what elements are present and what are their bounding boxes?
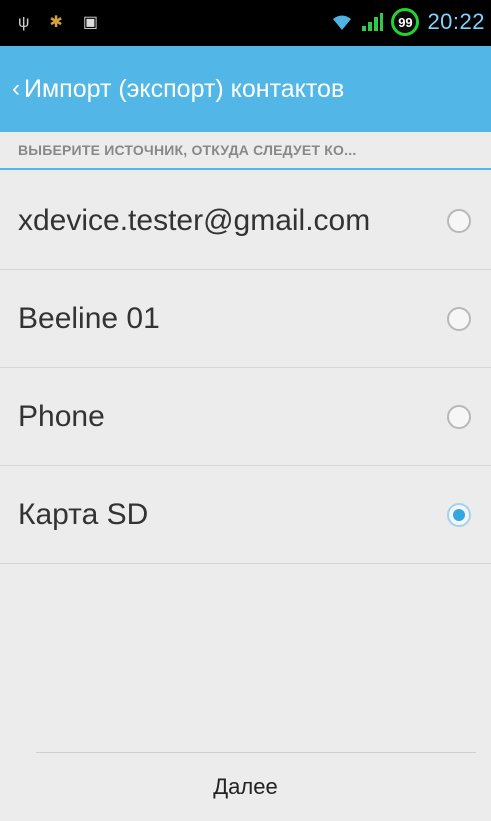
source-option-label: xdevice.tester@gmail.com xyxy=(18,203,371,237)
source-option-label: Карта SD xyxy=(18,497,149,531)
action-bar: ‹ Импорт (экспорт) контактов xyxy=(0,46,491,132)
radio-button[interactable] xyxy=(447,306,471,331)
status-bar-right-icons: 99 20:22 xyxy=(331,8,485,36)
status-clock: 20:22 xyxy=(427,9,485,34)
battery-badge: 99 xyxy=(391,8,420,36)
radio-button-selected[interactable] xyxy=(447,502,471,527)
wifi-icon xyxy=(333,15,352,30)
source-option-sd-card[interactable]: Карта SD xyxy=(0,466,491,564)
bag-icon: ▣ xyxy=(82,14,98,31)
back-chevron-icon[interactable]: ‹ xyxy=(12,77,20,101)
bug-icon: ✱ xyxy=(49,14,63,31)
status-bar: ψ ✱ ▣ 99 20:22 xyxy=(0,0,491,46)
source-option-label: Phone xyxy=(18,399,105,433)
source-option-beeline[interactable]: Beeline 01 xyxy=(0,270,491,368)
status-bar-left-icons: ψ ✱ ▣ xyxy=(18,12,98,34)
section-header: ВЫБЕРИТЕ ИСТОЧНИК, ОТКУДА СЛЕДУЕТ КО... xyxy=(0,132,491,170)
usb-icon: ψ xyxy=(18,14,30,31)
radio-button[interactable] xyxy=(447,208,471,233)
source-option-label: Beeline 01 xyxy=(18,301,160,335)
radio-button[interactable] xyxy=(447,404,471,429)
source-list: xdevice.tester@gmail.com Beeline 01 Phon… xyxy=(0,172,491,564)
signal-icon xyxy=(362,13,384,31)
next-button[interactable]: Далее xyxy=(0,753,491,821)
source-option-gmail[interactable]: xdevice.tester@gmail.com xyxy=(0,172,491,270)
source-option-phone[interactable]: Phone xyxy=(0,368,491,466)
page-title[interactable]: Импорт (экспорт) контактов xyxy=(24,75,344,104)
section-label: ВЫБЕРИТЕ ИСТОЧНИК, ОТКУДА СЛЕДУЕТ КО... xyxy=(18,142,357,158)
